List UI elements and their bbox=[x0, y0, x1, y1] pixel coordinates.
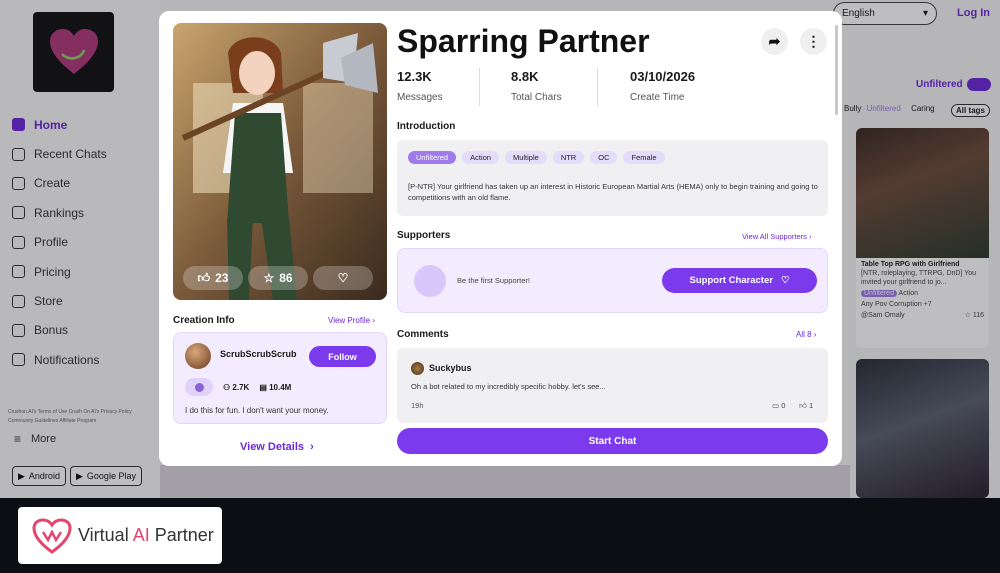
brand-name-rest: Partner bbox=[149, 525, 214, 545]
support-character-button[interactable]: Support Character ♡ bbox=[662, 268, 817, 293]
tag-female[interactable]: Female bbox=[623, 151, 665, 164]
creator-name[interactable]: ScrubScrubScrub bbox=[220, 349, 297, 359]
creator-bio: I do this for fun. I don't want your mon… bbox=[185, 406, 329, 415]
supporter-placeholder-icon bbox=[414, 265, 446, 297]
divider bbox=[479, 68, 480, 106]
character-modal: 👍︎ 23 ☆ 86 ♡ Creation Info View Profile › … bbox=[159, 11, 842, 466]
chars-count: 10.4M bbox=[269, 382, 292, 392]
supporters-heading: Supporters bbox=[397, 230, 451, 241]
tag-ntr[interactable]: NTR bbox=[552, 151, 585, 164]
chevron-right-icon: › bbox=[310, 441, 314, 453]
creation-info-heading: Creation Info bbox=[173, 315, 235, 326]
badge-icon bbox=[194, 382, 204, 392]
view-all-supporters-label: View All Supporters bbox=[742, 232, 807, 241]
heart-hand-icon: ♡ bbox=[337, 271, 349, 285]
commenter-name[interactable]: Suckybus bbox=[429, 363, 472, 373]
stat-messages: 12.3K Messages bbox=[397, 69, 443, 103]
reply-count: 0 bbox=[781, 401, 786, 410]
all-comments-link[interactable]: All 8 › bbox=[796, 330, 816, 339]
commenter-avatar[interactable] bbox=[411, 362, 424, 375]
share-button[interactable]: ➦ bbox=[761, 28, 788, 55]
creator-stats: ⚇ 2.7K ▤ 10.4M bbox=[185, 378, 291, 396]
tag-list: Unfiltered Action Multiple NTR OC Female bbox=[408, 151, 665, 164]
stat-label: Create Time bbox=[630, 92, 685, 103]
brand-name: Virtual AI Partner bbox=[78, 525, 214, 546]
introduction-box: Unfiltered Action Multiple NTR OC Female [P-N… bbox=[397, 140, 828, 216]
stat-value: 12.3K bbox=[397, 69, 432, 84]
comment-like-count: 1 bbox=[808, 401, 814, 410]
view-all-supporters-link[interactable]: View All Supporters › bbox=[742, 232, 812, 241]
creator-badge bbox=[185, 378, 213, 396]
brand-name-part: Virtual bbox=[78, 525, 133, 545]
view-profile-label: View Profile bbox=[328, 316, 371, 325]
start-chat-button[interactable]: Start Chat bbox=[397, 428, 828, 454]
stat-value: 03/10/2026 bbox=[630, 69, 696, 84]
comments-heading: Comments bbox=[397, 329, 449, 340]
modal-scrollbar[interactable] bbox=[835, 25, 838, 115]
reply-button[interactable]: ▭ 0 bbox=[772, 401, 785, 410]
creator-avatar[interactable] bbox=[185, 343, 211, 369]
comment: Suckybus Oh a bot related to my incredib… bbox=[397, 348, 828, 423]
tag-oc[interactable]: OC bbox=[590, 151, 618, 164]
comment-icon: ▭ bbox=[772, 401, 780, 410]
creator-card: ScrubScrubScrub Follow ⚇ 2.7K ▤ 10.4M I … bbox=[173, 332, 387, 424]
view-details-label: View Details bbox=[240, 441, 304, 453]
followers-stat: ⚇ 2.7K bbox=[223, 383, 249, 392]
view-profile-link[interactable]: View Profile › bbox=[328, 316, 375, 325]
follow-button[interactable]: Follow bbox=[309, 346, 376, 367]
character-title: Sparring Partner bbox=[397, 23, 650, 59]
followers-count: 2.7K bbox=[232, 382, 250, 392]
star-icon: ☆ bbox=[263, 271, 275, 285]
brand-watermark: Virtual AI Partner bbox=[18, 507, 222, 564]
supporters-box: Be the first Supporter! Support Characte… bbox=[397, 248, 828, 313]
stat-create-time: 03/10/2026 Create Time bbox=[630, 69, 695, 103]
divider bbox=[597, 68, 598, 106]
chars-stat: ▤ 10.4M bbox=[259, 383, 291, 392]
stat-label: Messages bbox=[397, 92, 443, 103]
support-heart-button[interactable]: ♡ bbox=[313, 266, 373, 290]
hero-stats: 👍︎ 23 ☆ 86 ♡ bbox=[183, 266, 373, 290]
comment-like-button[interactable]: 👍︎ 1 bbox=[799, 401, 813, 411]
heart-brand-icon bbox=[32, 517, 72, 554]
favorite-count: 86 bbox=[279, 271, 293, 285]
stat-value: 8.8K bbox=[511, 69, 539, 84]
view-details-link[interactable]: View Details › bbox=[240, 441, 314, 453]
brand-name-ai: AI bbox=[132, 525, 150, 545]
thumbs-up-icon: 👍︎ bbox=[197, 270, 211, 285]
favorite-button[interactable]: ☆ 86 bbox=[248, 266, 308, 290]
comment-time: 19h bbox=[411, 401, 424, 410]
kebab-menu-icon: ⋮ bbox=[806, 33, 821, 49]
share-icon: ➦ bbox=[768, 33, 781, 49]
tag-action[interactable]: Action bbox=[462, 151, 499, 164]
introduction-heading: Introduction bbox=[397, 121, 456, 132]
chevron-right-icon: › bbox=[813, 330, 817, 339]
thumbs-up-icon: 👍︎ bbox=[799, 401, 807, 410]
users-icon: ⚇ bbox=[223, 382, 231, 392]
tag-unfiltered[interactable]: Unfiltered bbox=[408, 151, 457, 164]
support-character-label: Support Character bbox=[689, 275, 773, 286]
message-icon: ▤ bbox=[259, 382, 267, 392]
like-count: 23 bbox=[215, 271, 229, 285]
chevron-right-icon: › bbox=[372, 316, 375, 325]
like-button[interactable]: 👍︎ 23 bbox=[183, 266, 243, 290]
heart-hand-icon: ♡ bbox=[780, 275, 790, 286]
all-comments-label: All 8 bbox=[796, 330, 812, 339]
tag-multiple[interactable]: Multiple bbox=[504, 151, 547, 164]
chevron-right-icon: › bbox=[809, 232, 812, 241]
stat-label: Total Chars bbox=[511, 92, 562, 103]
first-supporter-text: Be the first Supporter! bbox=[457, 276, 530, 285]
stat-total-chars: 8.8K Total Chars bbox=[511, 69, 562, 103]
introduction-text: [P-NTR] Your girlfriend has taken up an … bbox=[408, 182, 818, 202]
comment-text: Oh a bot related to my incredibly specif… bbox=[411, 382, 606, 391]
more-options-button[interactable]: ⋮ bbox=[800, 28, 827, 55]
character-image: 👍︎ 23 ☆ 86 ♡ bbox=[173, 23, 387, 300]
